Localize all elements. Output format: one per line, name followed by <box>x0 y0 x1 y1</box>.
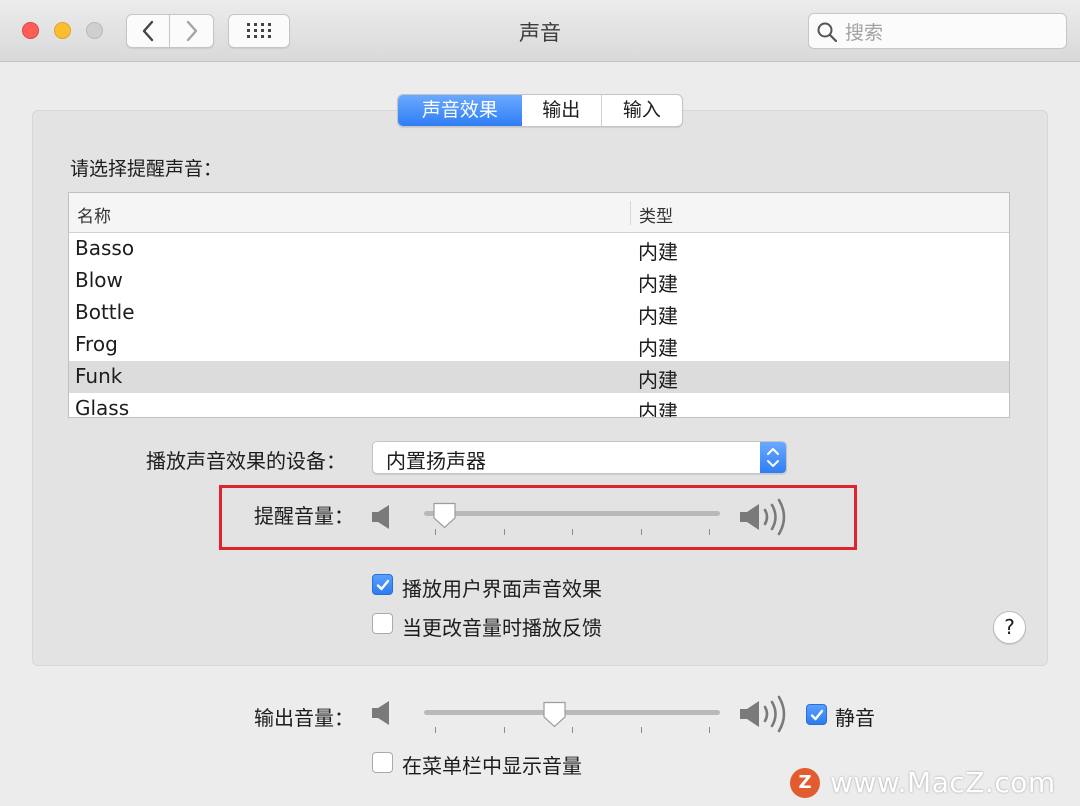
close-window-button[interactable] <box>22 22 39 39</box>
table-row[interactable]: Frog 内建 <box>69 329 1009 361</box>
sound-type: 内建 <box>638 400 678 418</box>
ui-sound-checkbox[interactable] <box>372 574 393 595</box>
output-volume-track[interactable] <box>424 710 720 715</box>
chevron-left-icon <box>142 20 154 42</box>
window-title: 声音 <box>519 21 561 45</box>
help-button[interactable]: ? <box>993 611 1026 644</box>
slider-tick <box>709 727 710 733</box>
forward-button[interactable] <box>170 14 214 48</box>
table-row-selected[interactable]: Funk 内建 <box>69 361 1009 393</box>
back-button[interactable] <box>126 14 170 48</box>
watermark-text: www.MacZ.com <box>830 766 1056 799</box>
slider-tick <box>435 727 436 733</box>
mute-checkbox[interactable] <box>806 704 827 725</box>
alert-sound-label: 请选择提醒声音： <box>70 158 223 180</box>
menubar-volume-label: 在菜单栏中显示音量 <box>402 754 582 778</box>
grid-icon <box>247 23 271 38</box>
zoom-window-button[interactable] <box>86 22 103 39</box>
sound-type: 内建 <box>638 368 678 392</box>
slider-tick <box>572 529 573 535</box>
alert-volume-label: 提醒音量： <box>254 504 354 528</box>
alert-volume-slider-knob[interactable] <box>432 502 457 529</box>
speaker-high-icon <box>738 497 792 537</box>
output-volume-label: 输出音量： <box>254 706 354 730</box>
slider-tick <box>504 529 505 535</box>
tab-sound-effects[interactable]: 声音效果 <box>398 95 522 126</box>
sound-name: Funk <box>75 364 123 388</box>
slider-tick <box>504 727 505 733</box>
menubar-volume-checkbox[interactable] <box>372 752 393 773</box>
sound-type: 内建 <box>638 240 678 264</box>
slider-tick <box>641 727 642 733</box>
select-arrows-icon[interactable] <box>760 442 786 473</box>
column-header-name[interactable]: 名称 <box>77 202 111 227</box>
speaker-low-icon <box>370 699 394 727</box>
table-row[interactable]: Bottle 内建 <box>69 297 1009 329</box>
search-icon <box>817 22 838 43</box>
sound-type: 内建 <box>638 272 678 296</box>
column-divider <box>630 201 631 225</box>
column-header-type[interactable]: 类型 <box>639 202 673 227</box>
tab-bar: 声音效果 输出 输入 <box>397 94 683 127</box>
device-value: 内置扬声器 <box>386 449 486 473</box>
minimize-window-button[interactable] <box>54 22 71 39</box>
slider-tick <box>435 529 436 535</box>
slider-tick <box>641 529 642 535</box>
sound-name: Bottle <box>75 300 135 324</box>
watermark-logo: Z <box>790 768 820 798</box>
slider-tick <box>572 727 573 733</box>
speaker-low-icon <box>370 503 394 531</box>
checkmark-icon <box>376 579 390 591</box>
output-volume-slider-knob[interactable] <box>542 701 567 728</box>
speaker-high-icon <box>738 694 792 734</box>
tab-output[interactable]: 输出 <box>522 95 602 126</box>
checkmark-icon <box>810 709 824 721</box>
sound-name: Glass <box>75 396 130 418</box>
sound-type: 内建 <box>638 336 678 360</box>
search-placeholder: 搜索 <box>845 22 884 44</box>
table-row[interactable]: Basso 内建 <box>69 233 1009 265</box>
sound-name: Basso <box>75 236 135 260</box>
device-label: 播放声音效果的设备： <box>146 449 346 473</box>
sound-name: Frog <box>75 332 118 356</box>
table-row[interactable]: Blow 内建 <box>69 265 1009 297</box>
chevron-right-icon <box>186 20 197 42</box>
feedback-label: 当更改音量时播放反馈 <box>402 616 602 640</box>
slider-tick <box>709 529 710 535</box>
alert-volume-track[interactable] <box>424 511 720 516</box>
alert-sound-table[interactable]: 名称 类型 Basso 内建 Blow 内建 Bottle 内建 Frog 内建… <box>68 192 1010 418</box>
mute-label: 静音 <box>835 706 875 730</box>
table-row[interactable]: Glass 内建 <box>69 393 1009 418</box>
ui-sound-label: 播放用户界面声音效果 <box>402 577 602 601</box>
show-all-button[interactable] <box>228 14 290 48</box>
sound-name: Blow <box>75 268 123 292</box>
tab-input[interactable]: 输入 <box>602 95 682 126</box>
table-header: 名称 类型 <box>69 193 1009 233</box>
sound-type: 内建 <box>638 304 678 328</box>
feedback-checkbox[interactable] <box>372 613 393 634</box>
